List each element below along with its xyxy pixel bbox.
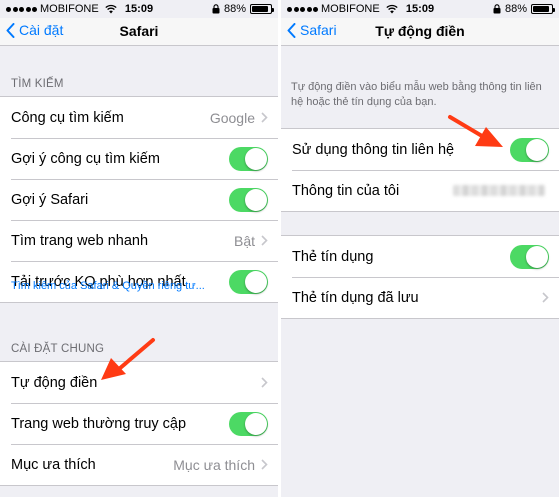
chevron-right-icon [261,112,268,123]
row-label: Mục ưa thích [11,456,96,473]
credit-card-group: Thẻ tín dụng Thẻ tín dụng đã lưu [281,235,559,319]
frequently-visited-toggle[interactable] [229,411,268,436]
toggle-knob [245,412,267,435]
row-my-info[interactable]: Thông tin của tôi [281,170,559,211]
preload-top-hit-toggle[interactable] [229,269,268,294]
row-label: Thông tin của tôi [292,182,400,199]
row-quick-website-search[interactable]: Tìm trang web nhanh Bật [0,220,278,261]
toggle-knob [245,147,267,170]
search-suggestions-toggle[interactable] [229,146,268,171]
row-value: Bật [233,232,255,249]
row-label: Gợi ý Safari [11,191,89,208]
nav-bar: Safari Tự động điền [281,18,559,46]
row-value: Google [209,109,255,126]
row-credit-cards: Thẻ tín dụng [281,236,559,277]
row-label: Tự động điền [11,374,98,391]
row-label: Trang web thường truy cập [11,415,187,432]
battery-percent: 88% [223,3,246,15]
row-value: Mục ưa thích [173,456,255,473]
toggle-knob [245,188,267,211]
row-autofill[interactable]: Tự động điền [0,362,278,403]
section-header-general: CÀI ĐẶT CHUNG [11,343,105,355]
chevron-right-icon [261,235,268,246]
row-saved-credit-cards[interactable]: Thẻ tín dụng đã lưu [281,277,559,318]
toggle-knob [526,138,548,161]
row-label: Tìm trang web nhanh [11,232,149,249]
search-privacy-link[interactable]: Tìm kiếm của Safari & Quyền riêng tư... [11,280,205,292]
row-search-engine[interactable]: Công cụ tìm kiếm Google [0,97,278,138]
redacted-contact-name [453,185,545,196]
row-favorites[interactable]: Mục ưa thích Mục ưa thích [0,444,278,485]
battery-level [533,6,549,12]
use-contact-info-toggle[interactable] [510,137,549,162]
chevron-right-icon [261,377,268,388]
battery-level [252,6,268,12]
contact-info-group: Sử dụng thông tin liên hệ Thông tin của … [281,128,559,212]
search-settings-group: Công cụ tìm kiếm Google Gợi ý công cụ tì… [0,96,278,303]
row-label: Công cụ tìm kiếm [11,109,124,126]
battery-icon [531,4,555,14]
status-right: 88% [493,3,555,15]
safari-suggestions-toggle[interactable] [229,187,268,212]
credit-cards-toggle[interactable] [510,244,549,269]
section-header-search: TÌM KIẾM [11,78,64,90]
row-label: Thẻ tín dụng [292,248,374,265]
row-label: Gợi ý công cụ tìm kiếm [11,150,160,167]
row-label: Sử dụng thông tin liên hệ [292,141,455,158]
page-title: Tự động điền [375,23,465,39]
lock-rotation-icon [212,4,220,14]
status-bar: MOBIFONE 15:09 88% [0,0,278,18]
battery-percent: 88% [504,3,527,15]
toggle-knob [526,245,548,268]
row-use-contact-info: Sử dụng thông tin liên hệ [281,129,559,170]
row-search-engine-suggestions: Gợi ý công cụ tìm kiếm [0,138,278,179]
safari-settings-screen: MOBIFONE 15:09 88% Cài đặt Safari TÌM KI… [0,0,278,497]
battery-icon [250,4,274,14]
status-right: 88% [212,3,274,15]
row-label: Thẻ tín dụng đã lưu [292,289,419,306]
row-frequently-visited: Trang web thường truy cập [0,403,278,444]
general-settings-group: Tự động điền Trang web thường truy cập M… [0,361,278,486]
nav-bar: Cài đặt Safari [0,18,278,46]
autofill-description: Tự động điền vào biểu mẫu web bằng thông… [291,81,542,108]
chevron-right-icon [542,292,549,303]
status-bar: MOBIFONE 15:09 88% [281,0,559,18]
toggle-knob [245,270,267,293]
autofill-settings-screen: MOBIFONE 15:09 88% Safari Tự động điền T… [281,0,559,497]
row-safari-suggestions: Gợi ý Safari [0,179,278,220]
page-title: Safari [119,23,159,39]
chevron-right-icon [261,459,268,470]
lock-rotation-icon [493,4,501,14]
